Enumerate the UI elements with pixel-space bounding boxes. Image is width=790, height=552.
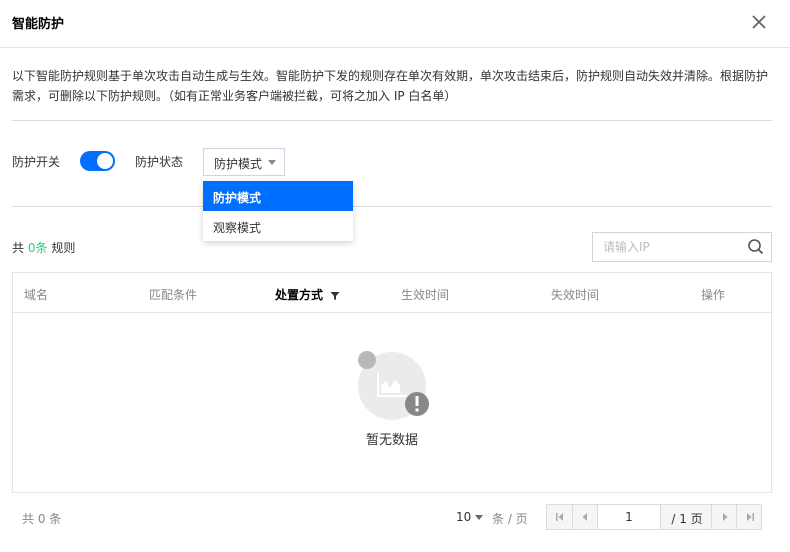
switch-knob bbox=[97, 153, 113, 169]
pagination: / 1 页 bbox=[546, 504, 762, 530]
next-page-button[interactable] bbox=[712, 505, 737, 529]
count-prefix: 共 bbox=[12, 241, 25, 255]
protection-switch-label: 防护开关 bbox=[12, 155, 61, 169]
smart-protection-dialog: 智能防护 以下智能防护规则基于单次攻击自动生成与生效。智能防护下发的规则存在单次… bbox=[0, 0, 790, 552]
last-page-icon bbox=[747, 513, 754, 521]
dialog-header: 智能防护 bbox=[0, 0, 790, 48]
dialog-title: 智能防护 bbox=[12, 17, 65, 32]
search-icon[interactable] bbox=[747, 238, 765, 256]
protection-status-label: 防护状态 bbox=[135, 155, 184, 169]
column-actions: 操作 bbox=[701, 288, 726, 302]
column-match-condition: 匹配条件 bbox=[149, 288, 198, 302]
page-size-value: 10 bbox=[456, 510, 472, 524]
column-disposal-label: 处置方式 bbox=[275, 288, 324, 302]
status-select-value: 防护模式 bbox=[214, 157, 263, 171]
rules-table: 域名 匹配条件 处置方式 生效时间 失效时间 操作 暂无数据 bbox=[12, 272, 772, 493]
count-value: 0条 bbox=[27, 241, 48, 255]
next-page-icon bbox=[723, 513, 728, 521]
first-page-icon bbox=[556, 513, 563, 521]
page-size-select[interactable]: 10 bbox=[456, 510, 484, 524]
filter-icon[interactable] bbox=[330, 291, 340, 301]
table-header: 域名 匹配条件 处置方式 生效时间 失效时间 操作 bbox=[13, 273, 771, 313]
empty-data-icon bbox=[357, 351, 433, 427]
protection-switch[interactable] bbox=[80, 151, 115, 171]
column-expiry-time: 失效时间 bbox=[551, 288, 600, 302]
page-number-input[interactable] bbox=[598, 505, 660, 529]
total-pages: / 1 页 bbox=[671, 512, 703, 526]
rule-count: 共 0条 规则 bbox=[12, 239, 75, 256]
column-domain: 域名 bbox=[24, 288, 49, 302]
page-size-unit: 条 / 页 bbox=[492, 512, 528, 526]
protection-status-select[interactable]: 防护模式 bbox=[203, 148, 285, 176]
prev-page-icon bbox=[582, 513, 587, 521]
column-effective-time: 生效时间 bbox=[401, 288, 450, 302]
caret-down-icon bbox=[268, 160, 276, 165]
last-page-button[interactable] bbox=[737, 505, 762, 529]
dropdown-option-protection-mode[interactable]: 防护模式 bbox=[203, 181, 353, 211]
divider bbox=[12, 206, 772, 207]
footer-total-count: 共 0 条 bbox=[22, 512, 62, 526]
close-icon[interactable] bbox=[748, 11, 770, 33]
prev-page-button[interactable] bbox=[572, 505, 597, 529]
dialog-description: 以下智能防护规则基于单次攻击自动生成与生效。智能防护下发的规则存在单次有效期，单… bbox=[12, 69, 769, 103]
first-page-button[interactable] bbox=[547, 505, 572, 529]
column-disposal-method[interactable]: 处置方式 bbox=[275, 286, 340, 303]
empty-data-text: 暂无数据 bbox=[365, 433, 418, 448]
ip-search-box bbox=[592, 232, 772, 262]
ip-search-input[interactable] bbox=[593, 233, 741, 261]
status-dropdown-menu: 防护模式 观察模式 bbox=[203, 181, 353, 241]
protection-controls: 防护开关 防护状态 防护模式 bbox=[12, 148, 412, 176]
dropdown-option-observation-mode[interactable]: 观察模式 bbox=[203, 211, 353, 241]
page-number-box bbox=[597, 505, 661, 529]
count-suffix: 规则 bbox=[51, 241, 76, 255]
caret-down-icon bbox=[475, 515, 484, 520]
divider bbox=[12, 120, 772, 121]
